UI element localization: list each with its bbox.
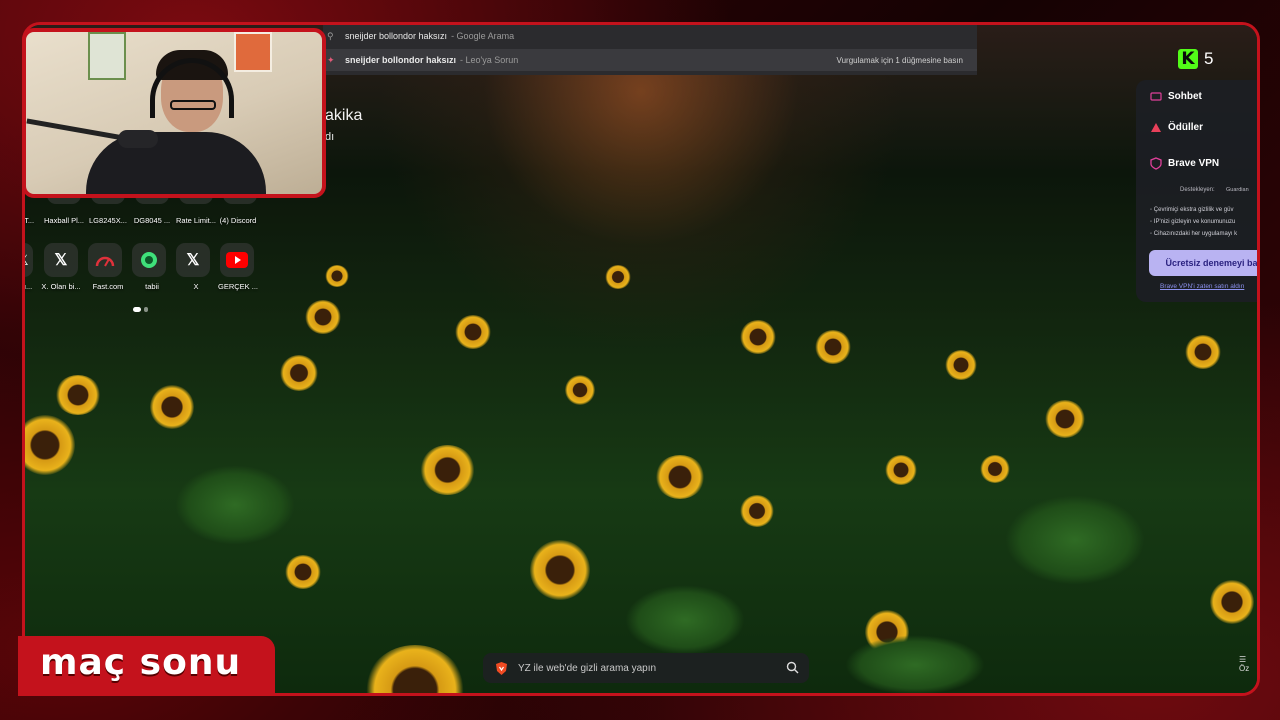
vpn-label: Brave VPN bbox=[1168, 158, 1220, 169]
chat-label: Sohbet bbox=[1168, 91, 1202, 102]
suggestion-source: - Leo'ya Sorun bbox=[460, 55, 519, 65]
vpn-feature-text: Çevrimiçi ekstra gizlilik ve güv bbox=[1153, 207, 1234, 213]
webcam-overlay bbox=[22, 28, 326, 198]
search-icon: ⚲ bbox=[327, 30, 334, 41]
vpn-feature: ◦ IP'nizi gizleyin ve konumunuzu bbox=[1150, 219, 1236, 225]
suggestion-hint: Vurgulamak için 1 düğmesine basın bbox=[836, 55, 963, 65]
start-trial-button[interactable]: Ücretsiz denemeyi baş bbox=[1149, 250, 1257, 276]
tile-label[interactable]: LG8245X... bbox=[86, 216, 130, 225]
shield-icon bbox=[1150, 157, 1162, 170]
search-input[interactable]: YZ ile web'de gizli arama yapın bbox=[518, 663, 656, 674]
x-icon[interactable]: 𝕏 bbox=[176, 243, 210, 277]
vpn-feature-text: IP'nizi gizleyin ve konumunuzu bbox=[1153, 219, 1236, 225]
chat-icon bbox=[1150, 91, 1162, 101]
wall-poster bbox=[88, 32, 126, 80]
page-title-fragment: akika bbox=[325, 107, 363, 124]
glasses bbox=[170, 100, 216, 110]
tile-label[interactable]: DG8045 ... bbox=[130, 216, 174, 225]
guardian-logo: Guardian bbox=[1226, 187, 1249, 193]
kick-viewer-count: K 5 bbox=[1178, 49, 1213, 69]
supported-by: Destekleyen: bbox=[1180, 187, 1215, 193]
rewards-icon bbox=[1151, 123, 1161, 132]
customize-label: Öz bbox=[1239, 664, 1250, 673]
suggestion-query: sneijder bollondor haksızı bbox=[345, 55, 457, 65]
brave-logo-icon bbox=[496, 661, 507, 675]
streamer-body bbox=[86, 132, 266, 194]
overlay-badge-text: maç sonu bbox=[40, 642, 242, 683]
tile-label[interactable]: (4) Discord bbox=[216, 216, 260, 225]
wall-poster bbox=[234, 32, 272, 72]
tile-label[interactable]: Haxball Pl... bbox=[42, 216, 86, 225]
omnibox-suggestions: ⚲ sneijder bollondor haksızı - Google Ar… bbox=[323, 25, 977, 75]
rewards-item[interactable]: Ödüller bbox=[1150, 122, 1203, 133]
tile-page-indicator[interactable] bbox=[133, 307, 148, 312]
search-icon[interactable] bbox=[786, 661, 799, 674]
leo-icon: ✦ bbox=[327, 54, 335, 65]
microphone bbox=[118, 130, 158, 148]
tile-label[interactable]: X. Olan bi... bbox=[39, 282, 83, 291]
x-icon[interactable]: 𝕏 bbox=[44, 243, 78, 277]
kick-logo-icon: K bbox=[1178, 49, 1198, 69]
tile-label[interactable]: Rate Limit... bbox=[174, 216, 218, 225]
vpn-item[interactable]: Brave VPN bbox=[1150, 157, 1219, 170]
suggestion-row[interactable]: ⚲ sneijder bollondor haksızı - Google Ar… bbox=[323, 25, 977, 47]
page-subtitle-fragment: dı bbox=[325, 131, 335, 143]
rewards-label: Ödüller bbox=[1168, 122, 1204, 133]
tile-label[interactable]: X bbox=[174, 282, 218, 291]
vpn-feature: ◦ Cihazınızdaki her uygulamayı k bbox=[1150, 231, 1238, 237]
brave-widget-panel: Sohbet Ödüller Brave VPN Destekleyen: Gu… bbox=[1136, 80, 1257, 302]
viewer-count: 5 bbox=[1204, 49, 1214, 68]
vpn-feature: ◦ Çevrimiçi ekstra gizlilik ve güv bbox=[1150, 207, 1234, 213]
tile-label[interactable]: Fast.com bbox=[86, 282, 130, 291]
vpn-feature-text: Cihazınızdaki her uygulamayı k bbox=[1153, 231, 1238, 237]
x-icon[interactable]: 𝕏 bbox=[25, 243, 33, 277]
tile-label[interactable]: tabii bbox=[130, 282, 174, 291]
speedometer-icon[interactable] bbox=[88, 243, 122, 277]
youtube-icon[interactable] bbox=[220, 243, 254, 277]
private-search-box[interactable]: YZ ile web'de gizli arama yapın bbox=[483, 653, 809, 683]
tile-label[interactable]: GERÇEK ... bbox=[216, 282, 260, 291]
suggestion-source: - Google Arama bbox=[451, 31, 515, 41]
suggestion-row[interactable]: ✦ sneijder bollondor haksızı - Leo'ya So… bbox=[323, 49, 977, 71]
already-purchased-link[interactable]: Brave VPN'i zaten satın aldın bbox=[1160, 283, 1244, 290]
tabii-icon[interactable] bbox=[132, 243, 166, 277]
suggestion-query: sneijder bollondor haksızı bbox=[345, 31, 448, 41]
chat-item[interactable]: Sohbet bbox=[1150, 91, 1202, 102]
customize-button[interactable]: ☰ Öz bbox=[1239, 655, 1257, 673]
